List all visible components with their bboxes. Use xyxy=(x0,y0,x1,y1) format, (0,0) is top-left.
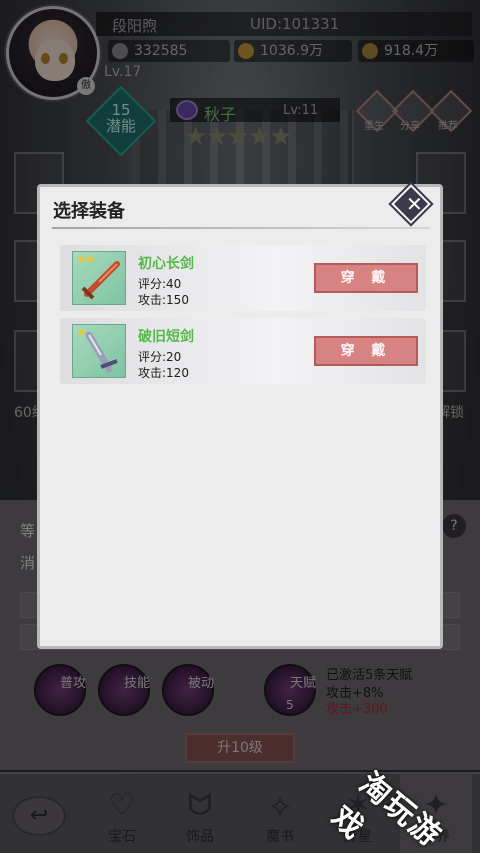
equipment-score: 评分:20 xyxy=(138,350,182,364)
equipment-name: 破旧短剑 xyxy=(138,329,194,345)
equipment-score: 评分:40 xyxy=(138,277,182,291)
wear-button[interactable]: 穿 戴 xyxy=(314,263,418,293)
modal-divider xyxy=(52,227,430,229)
equipment-attack: 攻击:120 xyxy=(138,366,189,380)
wear-button[interactable]: 穿 戴 xyxy=(314,336,418,366)
sword-icon: ★★ xyxy=(72,251,126,305)
equipment-attack: 攻击:150 xyxy=(138,293,189,307)
equipment-stars: ★★ xyxy=(76,252,95,266)
equipment-name: 初心长剑 xyxy=(138,256,194,272)
select-equipment-modal: 选择装备 ✕ ★★ 初心长剑 评分:40 攻击:150 穿 戴 ★ 破旧短剑 评… xyxy=(37,184,443,649)
sword-icon: ★ xyxy=(72,324,126,378)
equipment-item[interactable]: ★★ 初心长剑 评分:40 攻击:150 穿 戴 xyxy=(60,245,426,311)
equipment-stars: ★ xyxy=(76,325,87,339)
modal-title: 选择装备 xyxy=(53,201,125,222)
equipment-item[interactable]: ★ 破旧短剑 评分:20 攻击:120 穿 戴 xyxy=(60,318,426,384)
close-icon[interactable]: ✕ xyxy=(406,192,423,216)
